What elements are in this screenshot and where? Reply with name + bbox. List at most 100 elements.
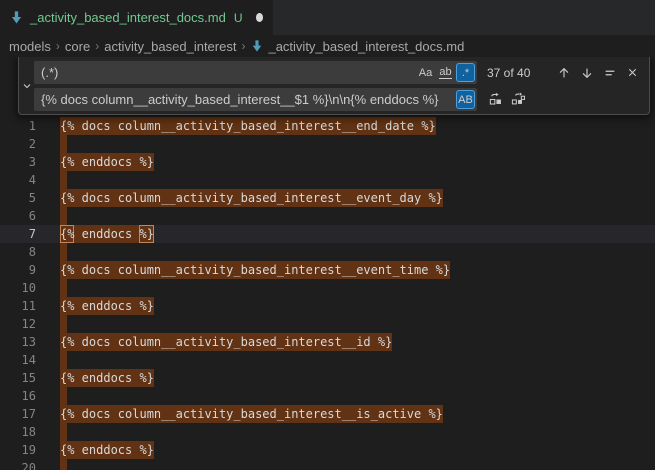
search-input[interactable]: (.*) Aa ab .*: [34, 61, 477, 84]
line-number[interactable]: 8: [0, 243, 36, 261]
code-line[interactable]: 14: [0, 351, 655, 369]
editor[interactable]: 1{% docs column__activity_based_interest…: [0, 57, 655, 470]
line-number[interactable]: 14: [0, 351, 36, 369]
line-text: {% docs column__activity_based_interest_…: [36, 405, 443, 423]
modified-dot-icon[interactable]: [256, 13, 263, 22]
tab-active-file[interactable]: _activity_based_interest_docs.md U: [0, 0, 273, 35]
chevron-right-icon: ›: [95, 39, 99, 53]
breadcrumb-item-activity-based-interest[interactable]: activity_based_interest: [104, 39, 236, 54]
line-text: {% docs column__activity_based_interest_…: [36, 261, 450, 279]
preserve-case-button[interactable]: AB: [456, 90, 475, 109]
line-text: [36, 279, 67, 297]
line-text: [36, 171, 67, 189]
find-in-selection-button[interactable]: [599, 62, 620, 83]
find-match: {% enddocs %}: [60, 441, 154, 459]
results-count: 37 of 40: [487, 66, 530, 80]
line-text: {% docs column__activity_based_interest_…: [36, 117, 436, 135]
replace-input[interactable]: {% docs column__activity_based_interest_…: [34, 88, 477, 111]
chevron-right-icon: ›: [241, 39, 245, 53]
breadcrumb-file-label: _activity_based_interest_docs.md: [268, 39, 464, 54]
line-text: [36, 387, 67, 405]
line-number[interactable]: 9: [0, 261, 36, 279]
code-line[interactable]: 13 {% docs column__activity_based_interes…: [0, 333, 655, 351]
line-text: [36, 315, 67, 333]
line-text: [36, 135, 67, 153]
bracket-match: {%: [60, 225, 74, 243]
code-line[interactable]: 19 {% enddocs %}: [0, 441, 655, 459]
markdown-file-icon: [250, 39, 264, 53]
line-text: [36, 423, 67, 441]
code-line[interactable]: 9{% docs column__activity_based_interest…: [0, 261, 655, 279]
markdown-file-icon: [9, 10, 24, 25]
code-line[interactable]: 5 {% docs column__activity_based_interest…: [0, 189, 655, 207]
code-line[interactable]: 10: [0, 279, 655, 297]
code-line[interactable]: 15 {% enddocs %}: [0, 369, 655, 387]
replace-all-icon: [511, 92, 526, 107]
code-line[interactable]: 6: [0, 207, 655, 225]
match-case-button[interactable]: Aa: [416, 63, 435, 82]
line-number[interactable]: 20: [0, 459, 36, 470]
whole-word-label: ab: [439, 66, 451, 79]
breadcrumb: models › core › activity_based_interest …: [0, 35, 655, 57]
code-line[interactable]: 18: [0, 423, 655, 441]
breadcrumb-item-file[interactable]: _activity_based_interest_docs.md: [250, 39, 464, 54]
previous-match-button[interactable]: [553, 62, 574, 83]
code-line[interactable]: 8: [0, 243, 655, 261]
line-number[interactable]: 7: [0, 225, 36, 243]
line-number[interactable]: 19: [0, 441, 36, 459]
whole-word-button[interactable]: ab: [436, 63, 455, 82]
line-text: {% enddocs %}: [36, 225, 154, 243]
toggle-replace-button[interactable]: [19, 57, 34, 114]
close-find-button[interactable]: [622, 62, 643, 83]
find-match: {% enddocs %}: [60, 369, 154, 387]
line-number[interactable]: 10: [0, 279, 36, 297]
line-number[interactable]: 13: [0, 333, 36, 351]
code-line[interactable]: 2: [0, 135, 655, 153]
regex-button[interactable]: .*: [456, 63, 475, 82]
replace-all-button[interactable]: [508, 89, 529, 110]
find-match: {% docs column__activity_based_interest_…: [60, 189, 443, 207]
replace-value: {% docs column__activity_based_interest_…: [41, 92, 455, 107]
search-value: (.*): [41, 65, 415, 80]
line-number[interactable]: 11: [0, 297, 36, 315]
find-widget: (.*) Aa ab .* 37 of 40: [18, 57, 650, 115]
code-line[interactable]: 3{% enddocs %}: [0, 153, 655, 171]
line-number[interactable]: 4: [0, 171, 36, 189]
line-number[interactable]: 12: [0, 315, 36, 333]
selection-lines-icon: [603, 66, 617, 80]
code-line[interactable]: 16: [0, 387, 655, 405]
code-line[interactable]: 11 {% enddocs %}: [0, 297, 655, 315]
line-text: {% docs column__activity_based_interest_…: [36, 333, 392, 351]
breadcrumb-item-models[interactable]: models: [9, 39, 51, 54]
code-line[interactable]: 4: [0, 171, 655, 189]
line-text: {% docs column__activity_based_interest_…: [36, 189, 443, 207]
code-line[interactable]: 12: [0, 315, 655, 333]
line-text: [36, 243, 67, 261]
next-match-button[interactable]: [576, 62, 597, 83]
line-text: [36, 351, 67, 369]
chevron-down-icon: [21, 80, 33, 92]
arrow-down-icon: [580, 66, 594, 80]
find-match: {% enddocs %}: [60, 297, 154, 315]
code-line[interactable]: 17{% docs column__activity_based_interes…: [0, 405, 655, 423]
arrow-up-icon: [557, 66, 571, 80]
line-text: {% enddocs %}: [36, 297, 154, 315]
code-line[interactable]: 7{% enddocs %}: [0, 225, 655, 243]
line-text: {% enddocs %}: [36, 441, 154, 459]
line-number[interactable]: 16: [0, 387, 36, 405]
line-number[interactable]: 1: [0, 117, 36, 135]
git-status-badge: U: [234, 11, 243, 25]
line-number[interactable]: 15: [0, 369, 36, 387]
replace-button[interactable]: [485, 89, 506, 110]
replace-icon: [488, 92, 503, 107]
find-match: {% docs column__activity_based_interest_…: [60, 333, 392, 351]
breadcrumb-item-core[interactable]: core: [65, 39, 90, 54]
line-number[interactable]: 2: [0, 135, 36, 153]
line-number[interactable]: 6: [0, 207, 36, 225]
line-number[interactable]: 17: [0, 405, 36, 423]
line-number[interactable]: 3: [0, 153, 36, 171]
code-line[interactable]: 1{% docs column__activity_based_interest…: [0, 117, 655, 135]
line-number[interactable]: 18: [0, 423, 36, 441]
code-line[interactable]: 20: [0, 459, 655, 470]
line-number[interactable]: 5: [0, 189, 36, 207]
